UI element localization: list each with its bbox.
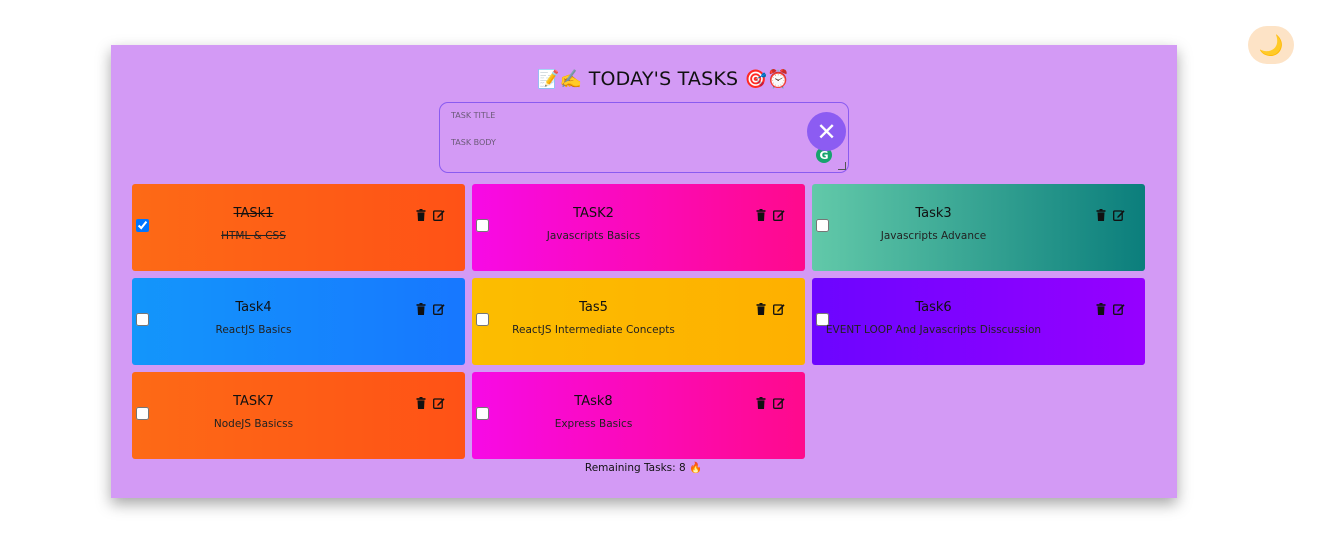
task-card: TAsk8 Express Basics: [472, 372, 805, 459]
task-body: NodeJS Basicss: [213, 418, 294, 430]
notes-icon: 📝✍️: [537, 69, 583, 90]
theme-toggle-button[interactable]: 🌙: [1248, 26, 1294, 64]
edit-icon[interactable]: [433, 206, 445, 221]
task-body: ReactJS Intermediate Concepts: [512, 324, 675, 336]
task-body: EVENT LOOP And Javascripts Disscussion: [825, 324, 1042, 336]
task-title: Tas5: [579, 300, 608, 315]
task-body: HTML & CSS: [221, 230, 286, 242]
trash-icon[interactable]: [415, 394, 427, 409]
moon-icon: 🌙: [1258, 33, 1284, 57]
edit-icon[interactable]: [773, 394, 785, 409]
task-title: Task3: [915, 206, 952, 221]
page-title-text: TODAY'S TASKS: [588, 68, 739, 90]
task-title: TASK7: [233, 394, 274, 409]
task-body-input[interactable]: [451, 138, 791, 147]
task-card: TASk1 HTML & CSS: [132, 184, 465, 271]
close-form-button[interactable]: ✕: [807, 112, 846, 151]
remaining-tasks-count: Remaining Tasks: 8 🔥: [584, 462, 703, 474]
add-task-form: [439, 102, 849, 173]
task-title: TAsk8: [574, 394, 613, 409]
edit-icon[interactable]: [773, 206, 785, 221]
trash-icon[interactable]: [1095, 206, 1107, 221]
edit-icon[interactable]: [1113, 300, 1125, 315]
task-card: Task6 EVENT LOOP And Javascripts Disscuss…: [812, 278, 1145, 365]
task-card: TASK7 NodeJS Basicss: [132, 372, 465, 459]
target-alarm-icon: 🎯⏰: [744, 69, 790, 90]
task-title: Task4: [235, 300, 272, 315]
trash-icon[interactable]: [755, 206, 767, 221]
edit-icon[interactable]: [433, 394, 445, 409]
page-title: 📝✍️ TODAY'S TASKS 🎯⏰: [0, 68, 1327, 90]
edit-icon[interactable]: [433, 300, 445, 315]
resize-handle[interactable]: [838, 162, 846, 170]
task-title: TASk1: [233, 206, 274, 221]
trash-icon[interactable]: [415, 206, 427, 221]
task-body: Javascripts Basics: [546, 230, 641, 242]
task-body: ReactJS Basics: [215, 324, 292, 336]
trash-icon[interactable]: [755, 394, 767, 409]
close-icon: ✕: [816, 117, 837, 146]
task-card: Task4 ReactJS Basics: [132, 278, 465, 365]
task-title: TASK2: [573, 206, 614, 221]
edit-icon[interactable]: [773, 300, 785, 315]
task-body: Express Basics: [554, 418, 633, 430]
task-title: Task6: [915, 300, 952, 315]
task-title-input[interactable]: [451, 111, 791, 120]
task-card: Tas5 ReactJS Intermediate Concepts: [472, 278, 805, 365]
edit-icon[interactable]: [1113, 206, 1125, 221]
trash-icon[interactable]: [1095, 300, 1107, 315]
trash-icon[interactable]: [415, 300, 427, 315]
task-body: Javascripts Advance: [880, 230, 987, 242]
task-card: TASK2 Javascripts Basics: [472, 184, 805, 271]
trash-icon[interactable]: [755, 300, 767, 315]
task-card: Task3 Javascripts Advance: [812, 184, 1145, 271]
